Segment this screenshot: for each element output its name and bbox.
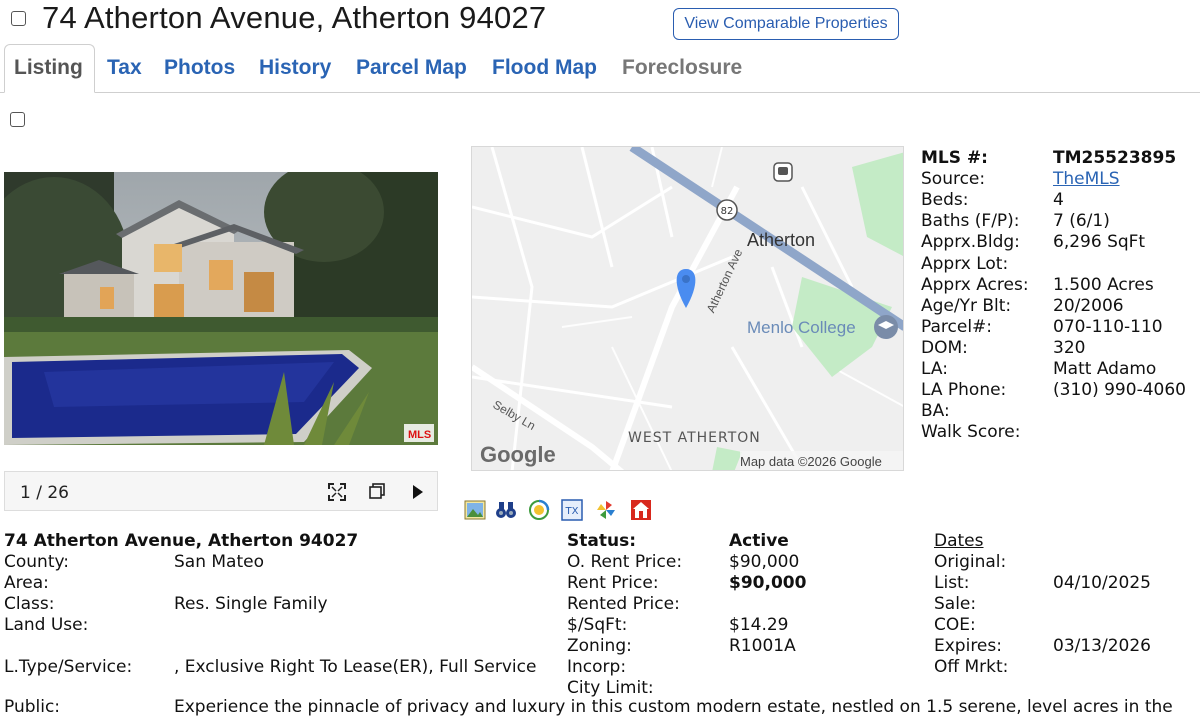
rent-price-value: $90,000 bbox=[729, 573, 807, 593]
buyer-agent-label: BA: bbox=[921, 401, 950, 421]
orig-rent-price-value: $90,000 bbox=[729, 552, 800, 572]
off-market-label: Off Mrkt: bbox=[934, 657, 1009, 677]
zoning-label: Zoning: bbox=[567, 636, 632, 656]
details-address: 74 Atherton Avenue, Atherton 94027 bbox=[4, 531, 359, 551]
agent-phone-value: (310) 990-4060 bbox=[1053, 380, 1186, 400]
beds-label: Beds: bbox=[921, 190, 969, 210]
year-built-label: Age/Yr Blt: bbox=[921, 296, 1012, 316]
map-college-label: Menlo College bbox=[747, 318, 856, 337]
mls-number-label: MLS #: bbox=[921, 148, 988, 168]
walk-score-label: Walk Score: bbox=[921, 422, 1021, 442]
parcel-value: 070-110-110 bbox=[1053, 317, 1163, 337]
tab-foreclosure[interactable]: Foreclosure bbox=[622, 56, 742, 80]
tab-tax[interactable]: Tax bbox=[107, 56, 142, 80]
map-attribution[interactable]: Map data ©2026 Google bbox=[740, 454, 882, 469]
list-date-label: List: bbox=[934, 573, 970, 593]
acres-label: Apprx Acres: bbox=[921, 275, 1029, 295]
tab-photos[interactable]: Photos bbox=[164, 56, 235, 80]
listing-agent-value: Matt Adamo bbox=[1053, 359, 1157, 379]
tab-listing[interactable]: Listing bbox=[14, 56, 83, 80]
mls-number-value: TM25523895 bbox=[1053, 148, 1177, 168]
zoning-value: R1001A bbox=[729, 636, 796, 656]
source-link[interactable]: TheMLS bbox=[1053, 169, 1120, 189]
listing-agent-label: LA: bbox=[921, 359, 948, 379]
google-logo[interactable]: Google bbox=[480, 442, 556, 467]
status-label: Status: bbox=[567, 531, 636, 551]
svg-text:TX: TX bbox=[565, 506, 579, 517]
map-area-label: WEST ATHERTON bbox=[628, 430, 761, 446]
beds-value: 4 bbox=[1053, 190, 1064, 210]
rent-price-label: Rent Price: bbox=[567, 573, 659, 593]
play-icon[interactable] bbox=[412, 484, 424, 500]
select-listing-checkbox[interactable] bbox=[11, 11, 26, 26]
bldg-size-value: 6,296 SqFt bbox=[1053, 232, 1146, 252]
source-label: Source: bbox=[921, 169, 986, 189]
photo-icon[interactable] bbox=[464, 499, 486, 521]
county-label: County: bbox=[4, 552, 70, 572]
tax-icon[interactable]: TX bbox=[561, 499, 583, 521]
price-per-sqft-label: $/SqFt: bbox=[567, 615, 628, 635]
property-photo[interactable]: MLS bbox=[4, 172, 438, 445]
dom-label: DOM: bbox=[921, 338, 968, 358]
photo-counter: 1 / 26 bbox=[20, 483, 69, 503]
binoculars-icon[interactable] bbox=[495, 499, 517, 521]
rented-price-label: Rented Price: bbox=[567, 594, 680, 614]
popout-icon[interactable] bbox=[369, 483, 386, 500]
coe-date-label: COE: bbox=[934, 615, 976, 635]
class-label: Class: bbox=[4, 594, 55, 614]
list-date-value: 04/10/2025 bbox=[1053, 573, 1151, 593]
pinwheel-icon[interactable] bbox=[595, 499, 617, 521]
tabs-divider bbox=[0, 92, 1200, 93]
view-comparable-properties-button[interactable]: View Comparable Properties bbox=[673, 8, 899, 40]
listing-select-checkbox[interactable] bbox=[10, 112, 25, 127]
public-remarks-label: Public: bbox=[4, 697, 61, 717]
baths-value: 7 (6/1) bbox=[1053, 211, 1110, 231]
city-limit-label: City Limit: bbox=[567, 678, 654, 698]
class-value: Res. Single Family bbox=[174, 594, 328, 614]
county-value: San Mateo bbox=[174, 552, 264, 572]
location-map[interactable]: 82 Atherton Atherton Ave Selby Ln Menlo … bbox=[471, 146, 904, 471]
photo-pager: 1 / 26 bbox=[4, 471, 438, 511]
acres-value: 1.500 Acres bbox=[1053, 275, 1154, 295]
bldg-size-label: Apprx.Bldg: bbox=[921, 232, 1020, 252]
parcel-label: Parcel#: bbox=[921, 317, 993, 337]
mls-watermark: MLS bbox=[408, 429, 431, 441]
original-date-label: Original: bbox=[934, 552, 1007, 572]
public-remarks-value: Experience the pinnacle of privacy and l… bbox=[174, 697, 1173, 717]
area-label: Area: bbox=[4, 573, 49, 593]
dates-heading: Dates bbox=[934, 531, 984, 551]
expires-date-label: Expires: bbox=[934, 636, 1002, 656]
tab-flood-map[interactable]: Flood Map bbox=[492, 56, 597, 80]
orig-rent-price-label: O. Rent Price: bbox=[567, 552, 683, 572]
status-value: Active bbox=[729, 531, 789, 551]
land-use-label: Land Use: bbox=[4, 615, 89, 635]
sale-date-label: Sale: bbox=[934, 594, 977, 614]
walk-score-icon[interactable] bbox=[528, 499, 550, 521]
incorp-label: Incorp: bbox=[567, 657, 627, 677]
map-city-label: Atherton bbox=[747, 230, 815, 250]
lot-size-label: Apprx Lot: bbox=[921, 254, 1009, 274]
listing-type-value: , Exclusive Right To Lease(ER), Full Ser… bbox=[174, 657, 537, 677]
fullscreen-icon[interactable] bbox=[328, 483, 346, 501]
page-title: 74 Atherton Avenue, Atherton 94027 bbox=[42, 0, 547, 35]
price-per-sqft-value: $14.29 bbox=[729, 615, 789, 635]
tab-parcel-map[interactable]: Parcel Map bbox=[356, 56, 467, 80]
expires-date-value: 03/13/2026 bbox=[1053, 636, 1151, 656]
year-built-value: 20/2006 bbox=[1053, 296, 1124, 316]
home-value-icon[interactable] bbox=[630, 499, 652, 521]
baths-label: Baths (F/P): bbox=[921, 211, 1020, 231]
tab-history[interactable]: History bbox=[259, 56, 331, 80]
listing-type-label: L.Type/Service: bbox=[4, 657, 133, 677]
agent-phone-label: LA Phone: bbox=[921, 380, 1007, 400]
route-shield-label: 82 bbox=[721, 206, 734, 217]
dom-value: 320 bbox=[1053, 338, 1086, 358]
